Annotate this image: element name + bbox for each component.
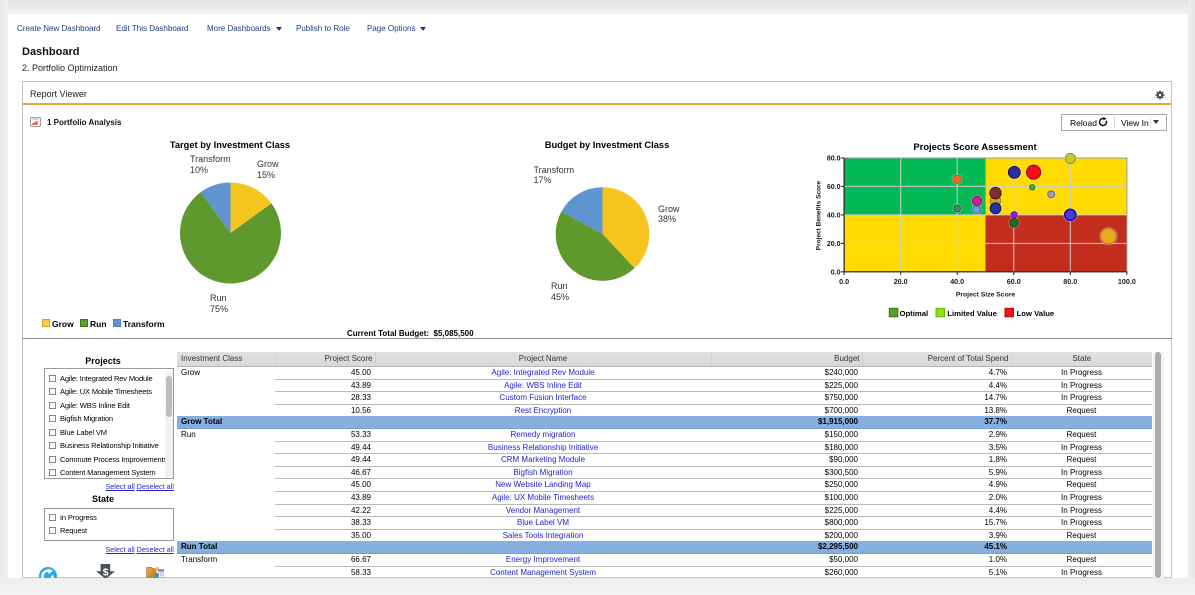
svg-text:20.0: 20.0 [827,241,841,248]
svg-text:40.0: 40.0 [950,277,964,286]
svg-text:Project Size Score: Project Size Score [956,292,1016,299]
svg-text:Low Value: Low Value [1017,309,1055,318]
svg-text:20.0: 20.0 [894,277,908,286]
svg-text:80.0: 80.0 [827,156,841,163]
svg-text:0.0: 0.0 [831,269,841,276]
svg-text:80.0: 80.0 [1063,277,1077,286]
svg-text:0.0: 0.0 [839,277,849,286]
svg-text:100.0: 100.0 [1118,277,1136,286]
svg-text:40.0: 40.0 [827,213,841,220]
svg-text:Optimal: Optimal [900,309,929,318]
svg-text:$: $ [103,567,109,579]
svg-text:60.0: 60.0 [1007,277,1021,286]
svg-text:Limited Value: Limited Value [947,309,997,318]
svg-text:60.0: 60.0 [827,184,841,191]
